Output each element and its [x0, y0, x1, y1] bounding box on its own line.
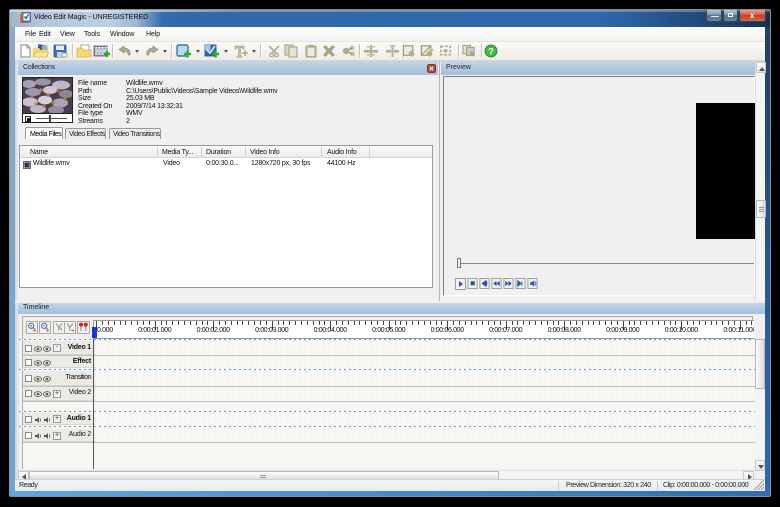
svg-text:?: ?	[488, 46, 494, 57]
